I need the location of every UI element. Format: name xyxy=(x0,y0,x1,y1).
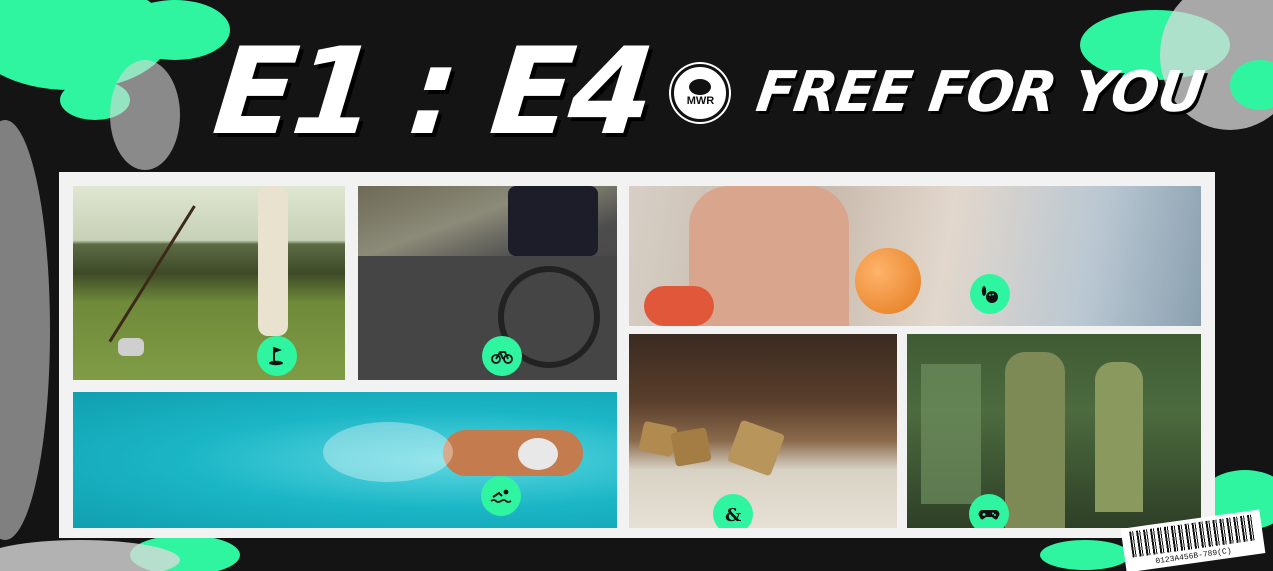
seal-main-text: MWR xyxy=(686,94,715,107)
photo-cycling xyxy=(358,186,617,380)
water-splash xyxy=(323,422,453,482)
dice-2 xyxy=(670,427,712,467)
globe-icon xyxy=(689,78,712,95)
rider-legs xyxy=(508,186,598,256)
photo-tabletop: & xyxy=(629,334,897,528)
golf-club xyxy=(108,205,196,343)
headline-tagline: FREE FOR YOU xyxy=(752,60,1208,125)
tabletop-badge: & xyxy=(713,494,753,528)
soldier-2 xyxy=(1095,362,1143,512)
swimmer-icon xyxy=(490,489,512,503)
photo-bowling xyxy=(629,186,1201,326)
photo-vr-gaming xyxy=(907,334,1201,528)
golf-flag-icon xyxy=(269,347,283,366)
bowler-shoe xyxy=(644,286,714,326)
bowling-ball xyxy=(855,248,921,314)
bowling-badge xyxy=(970,274,1010,314)
golfer-legs xyxy=(258,186,288,336)
swimmer-body xyxy=(443,430,583,476)
game-controller-icon xyxy=(978,509,1000,520)
cycling-badge xyxy=(482,336,522,376)
headline-range: E1 : E4 xyxy=(207,22,657,162)
promo-banner: E1 : E4 MWR FREE FOR YOU & 0123A456B-789… xyxy=(0,0,1273,571)
bowling-icon xyxy=(981,286,998,303)
swim-cap xyxy=(518,438,558,470)
swimming-badge xyxy=(481,476,521,516)
photo-golf xyxy=(73,186,345,380)
grunge-gray-left-2 xyxy=(110,60,180,170)
activity-photo-grid: & xyxy=(59,172,1215,538)
dice-3 xyxy=(726,419,786,477)
splatter-green-top-left-2 xyxy=(120,0,230,60)
golf-club-head xyxy=(118,338,144,356)
headline: E1 : E4 MWR FREE FOR YOU xyxy=(208,23,1208,162)
dnd-ampersand-icon: & xyxy=(725,505,741,526)
photo-swimming xyxy=(73,392,617,528)
bicycle-icon xyxy=(491,351,513,364)
vr-screen xyxy=(921,364,981,504)
golf-badge xyxy=(257,336,297,376)
svg-text:&: & xyxy=(725,505,741,526)
vr-gaming-badge xyxy=(969,494,1009,528)
splatter-green-bottom-mid xyxy=(1040,540,1130,570)
soldier-1 xyxy=(1005,352,1065,528)
army-mwr-seal: MWR xyxy=(671,63,730,122)
grunge-gray-left xyxy=(0,120,50,540)
